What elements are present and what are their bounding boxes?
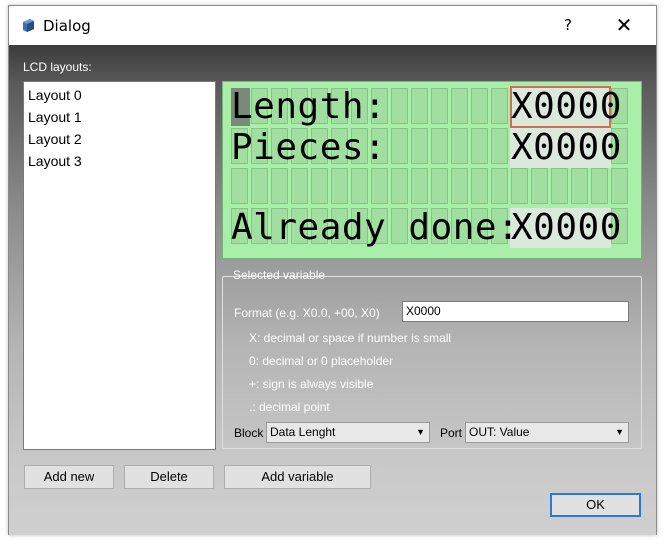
lcd-cell (291, 168, 308, 204)
lcd-cell (231, 168, 248, 204)
dialog-window: Dialog ? ✕ LCD layouts: Layout 0 Layout … (8, 5, 657, 535)
lcd-variable-text: X0000 (511, 207, 622, 248)
lcd-cell (371, 168, 388, 204)
layout-item[interactable]: Layout 0 (24, 84, 215, 106)
delete-button[interactable]: Delete (124, 465, 214, 489)
lcd-cell (451, 88, 468, 124)
lcd-cell (451, 168, 468, 204)
add-new-button[interactable]: Add new (24, 465, 114, 489)
layout-item[interactable]: Layout 2 (24, 128, 215, 150)
lcd-cell (571, 168, 588, 204)
lcd-cell (311, 168, 328, 204)
lcd-cell (491, 168, 508, 204)
lcd-row-text: Pieces: (231, 127, 387, 168)
chevron-down-icon: ▼ (615, 427, 624, 437)
format-help-line: X: decimal or space if number is small (249, 331, 452, 345)
block-label: Block (234, 426, 264, 440)
lcd-cell (331, 168, 348, 204)
lcd-cell (251, 168, 268, 204)
block-select-value: Data Lenght (270, 425, 336, 439)
lcd-cell (351, 168, 368, 204)
lcd-cell (531, 168, 548, 204)
lcd-cell (471, 88, 488, 124)
lcd-cell (471, 168, 488, 204)
lcd-variable-text: X0000 (511, 86, 622, 127)
lcd-row-text: Already done: (231, 207, 520, 248)
lcd-cell (411, 128, 428, 164)
lcd-cell (451, 128, 468, 164)
app-icon (23, 19, 34, 32)
layout-item[interactable]: Layout 3 (24, 150, 215, 172)
lcd-cell (411, 88, 428, 124)
format-help-line: +: sign is always visible (249, 377, 374, 391)
port-label: Port (440, 426, 463, 440)
help-button[interactable]: ? (555, 8, 581, 42)
port-select-value: OUT: Value (469, 425, 530, 439)
lcd-cell (391, 128, 408, 164)
add-variable-button[interactable]: Add variable (224, 465, 371, 489)
lcd-cell (271, 168, 288, 204)
format-help-line: 0: decimal or 0 placeholder (249, 354, 394, 368)
format-input[interactable]: X0000 (402, 301, 629, 322)
lcd-cell (411, 168, 428, 204)
lcd-cell (551, 168, 568, 204)
lcd-cell (491, 88, 508, 124)
title-bar: Dialog ? ✕ (9, 6, 656, 45)
layout-list[interactable]: Layout 0 Layout 1 Layout 2 Layout 3 (23, 81, 216, 450)
lcd-cell (431, 88, 448, 124)
lcd-cell (391, 168, 408, 204)
lcd-cell (431, 168, 448, 204)
lcd-cell (611, 168, 628, 204)
lcd-preview[interactable]: Length: Pieces: Already done: X0000 X000… (222, 81, 642, 259)
chevron-down-icon: ▼ (416, 427, 425, 437)
ok-button[interactable]: OK (550, 493, 641, 517)
lcd-cell (491, 128, 508, 164)
format-help-line: .: decimal point (249, 400, 330, 414)
lcd-row-text: Length: (231, 86, 387, 127)
dialog-body: LCD layouts: Layout 0 Layout 1 Layout 2 … (9, 45, 656, 535)
port-select[interactable]: OUT: Value ▼ (465, 422, 629, 443)
lcd-cell (431, 128, 448, 164)
format-label: Format (e.g. X0.0, +00, X0) (234, 306, 380, 320)
lcd-cell (591, 168, 608, 204)
lcd-cell (471, 128, 488, 164)
layout-item[interactable]: Layout 1 (24, 106, 215, 128)
close-button[interactable]: ✕ (604, 8, 644, 42)
group-title: Selected variable (233, 268, 326, 282)
block-select[interactable]: Data Lenght ▼ (266, 422, 430, 443)
lcd-layouts-label: LCD layouts: (23, 60, 92, 74)
lcd-cell (391, 88, 408, 124)
lcd-cell (511, 168, 528, 204)
window-title: Dialog (43, 17, 91, 35)
lcd-variable-text: X0000 (511, 127, 622, 168)
